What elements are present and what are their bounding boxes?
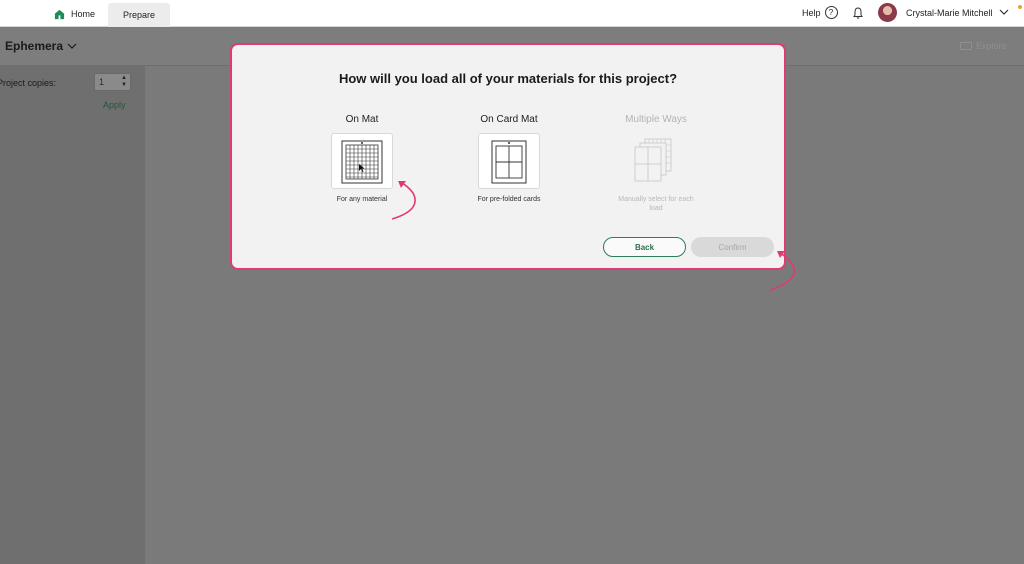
left-panel: Project copies: 1 ▲ ▼ Apply [0,66,145,564]
copies-stepper[interactable]: ▲ ▼ [121,75,127,89]
nav-home-tab[interactable]: Home [54,4,95,24]
mat-grid-icon [341,140,383,184]
explore-label: Explore [976,41,1007,51]
nav-home-label: Home [71,9,96,19]
top-nav-bar: Home Prepare Help ? Crystal-Marie Mitche… [0,0,1024,27]
dialog-title: How will you load all of your materials … [338,71,678,86]
back-button[interactable]: Back [603,237,686,257]
project-title-dropdown[interactable]: Ephemera [5,39,77,53]
explore-icon [960,42,972,50]
help-icon: ? [824,6,838,19]
user-avatar[interactable] [878,3,897,22]
notifications-bell-icon[interactable] [851,6,865,20]
user-name[interactable]: Crystal-Marie Mitchell [906,8,993,18]
nav-prepare-tab[interactable]: Prepare [108,3,170,27]
apply-button[interactable]: Apply [103,100,126,110]
project-copies-value: 1 [99,77,105,87]
option-multiple-ways-subtitle: Manually select for each load [618,196,694,212]
multiple-mats-icon [634,138,672,182]
project-copies-label: Project copies: [0,78,57,88]
project-copies-input[interactable]: 1 ▲ ▼ [94,73,131,91]
option-multiple-ways-label: Multiple Ways [625,114,687,125]
load-materials-dialog: How will you load all of your materials … [230,43,786,270]
help-label: Help [802,7,821,18]
home-icon [54,9,65,19]
option-on-mat-subtitle: For any material [336,196,388,203]
nav-prepare-label: Prepare [122,10,156,20]
notification-dot [1018,5,1022,9]
option-multiple-ways-tile [625,133,687,189]
option-card-mat-tile[interactable] [478,133,540,189]
chevron-down-icon [67,43,77,49]
option-on-mat-label: On Mat [345,114,379,125]
confirm-button[interactable]: Confirm [691,237,774,257]
option-card-mat-label: On Card Mat [480,114,538,125]
option-on-mat-tile[interactable] [331,133,393,189]
project-title: Ephemera [5,39,64,53]
card-mat-icon [491,140,527,184]
stepper-up-icon[interactable]: ▲ [121,75,127,82]
stepper-down-icon[interactable]: ▼ [121,82,127,89]
chevron-down-icon[interactable] [999,7,1009,17]
explore-button[interactable]: Explore [960,41,1007,51]
help-button[interactable]: Help ? [802,6,838,19]
option-card-mat-subtitle: For pre-folded cards [477,196,541,203]
